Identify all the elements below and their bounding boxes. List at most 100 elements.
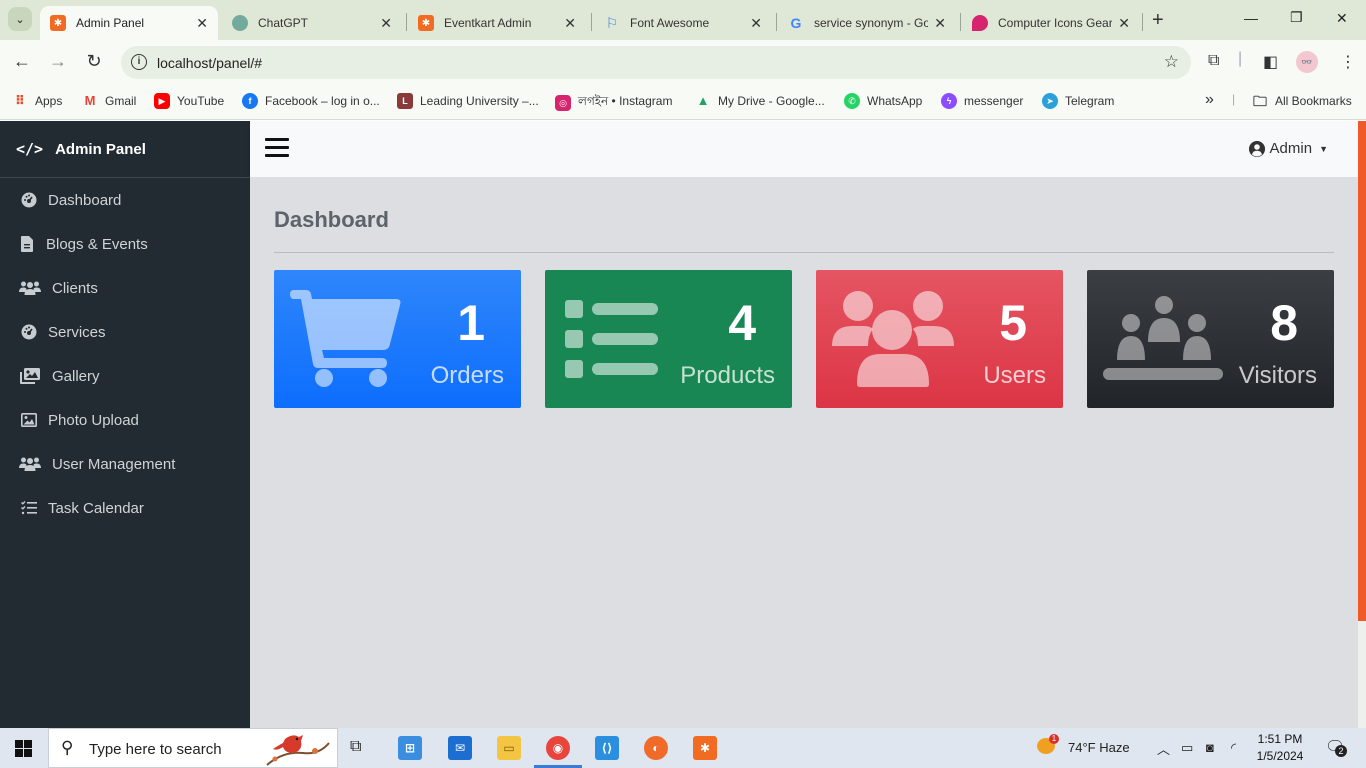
orders-label: Orders (430, 362, 504, 389)
bookmark-star-icon[interactable]: ☆ (1164, 52, 1179, 72)
network-icon[interactable]: ◜ (1231, 740, 1236, 756)
bookmark-youtube[interactable]: ▶ YouTube (154, 93, 224, 109)
bookmark-whatsapp[interactable]: ✆ WhatsApp (844, 93, 922, 109)
url-text[interactable]: localhost/panel/# (157, 55, 262, 71)
chatgpt-icon (232, 15, 248, 31)
system-clock[interactable]: 1:51 PM 1/5/2024 (1250, 731, 1310, 765)
stat-card-orders[interactable]: 1 Orders (274, 270, 521, 408)
back-arrow-icon[interactable]: ← (10, 51, 34, 72)
tachometer-icon (18, 192, 40, 208)
sidebar-item-user-management[interactable]: User Management (0, 442, 250, 486)
task-view-icon[interactable]: ⧉ (350, 738, 361, 756)
tab-google-search[interactable]: G service synonym - Go ✕ (778, 6, 956, 40)
tab-computer-icons[interactable]: Computer Icons Gear ✕ (962, 6, 1140, 40)
mail-icon[interactable]: ✉ (448, 736, 472, 760)
firefox-icon[interactable]: ◐ (644, 736, 668, 760)
stat-card-visitors[interactable]: 8 Visitors (1087, 270, 1334, 408)
extensions-icon[interactable]: ⧉ (1208, 52, 1219, 70)
site-icon (972, 15, 988, 31)
cardinal-bird-icon (266, 735, 330, 766)
bookmark-messenger[interactable]: ϟ messenger (941, 93, 1023, 109)
instagram-icon: ◎ (555, 95, 571, 111)
bookmark-telegram[interactable]: ➤ Telegram (1042, 93, 1114, 109)
bookmark-leading-university[interactable]: L Leading University –... (397, 93, 539, 109)
close-icon[interactable]: ✕ (1118, 15, 1130, 32)
search-icon: ⚲ (61, 738, 74, 757)
bookmark-google-drive[interactable]: ▲ My Drive - Google... (695, 93, 825, 109)
reload-icon[interactable]: ↻ (82, 51, 106, 72)
profile-avatar[interactable]: 👓 (1296, 51, 1318, 73)
chrome-icon[interactable]: ◉ (546, 736, 570, 760)
clock-time: 1:51 PM (1257, 732, 1303, 746)
close-icon[interactable]: ✕ (934, 15, 946, 32)
bookmark-apps[interactable]: ⠿ Apps (12, 93, 62, 109)
sidebar-item-dashboard[interactable]: Dashboard (0, 178, 250, 222)
tab-admin-panel[interactable]: ✱ Admin Panel ✕ (40, 6, 218, 40)
code-icon: </> (16, 140, 44, 158)
brand[interactable]: </> Admin Panel (0, 121, 250, 178)
forward-arrow-icon[interactable]: → (46, 51, 70, 72)
tab-font-awesome[interactable]: ⚐ Font Awesome ✕ (594, 6, 772, 40)
tab-separator (591, 13, 592, 31)
sidebar-item-task-calendar[interactable]: Task Calendar (0, 486, 250, 530)
file-icon (18, 236, 36, 252)
kebab-menu-icon[interactable]: ⋮ (1340, 52, 1356, 72)
messenger-icon: ϟ (941, 93, 957, 109)
bookmark-facebook[interactable]: f Facebook – log in o... (242, 93, 380, 109)
close-icon[interactable]: ✕ (380, 15, 392, 32)
tachometer-icon (18, 324, 40, 340)
sidebar-item-photo-upload[interactable]: Photo Upload (0, 398, 250, 442)
flag-icon: ⚐ (605, 14, 619, 31)
close-icon[interactable]: ✕ (564, 15, 576, 32)
taskbar-search-placeholder: Type here to search (89, 741, 222, 758)
sidebar-item-services[interactable]: Services (0, 310, 250, 354)
tab-chatgpt[interactable]: ChatGPT ✕ (222, 6, 402, 40)
hamburger-menu-icon[interactable] (265, 138, 289, 158)
stat-card-products[interactable]: 4 Products (545, 270, 792, 408)
tab-separator (960, 13, 961, 31)
top-navbar: Admin ▼ (250, 121, 1358, 177)
weather-widget[interactable]: 1 (1037, 733, 1059, 754)
browser-toolbar: ← → ↻ i localhost/panel/# ☆ ⧉ | ◧ 👓 ⋮ (0, 40, 1366, 86)
window-close-icon[interactable]: ✕ (1336, 10, 1348, 27)
notifications-icon[interactable]: 🗨2 (1325, 737, 1347, 757)
cart-icon (290, 290, 402, 393)
folder-icon: 🗀 (1253, 93, 1267, 109)
bookmarks-overflow-button[interactable]: » (1205, 91, 1214, 109)
page-title: Dashboard (274, 207, 389, 232)
site-info-icon[interactable]: i (131, 54, 147, 70)
scrollbar-thumb[interactable] (1358, 121, 1366, 621)
tab-search-button[interactable]: ⌄ (8, 7, 32, 31)
stat-card-users[interactable]: 5 Users (816, 270, 1063, 408)
xampp-icon[interactable]: ✱ (693, 736, 717, 760)
users-label: Users (983, 362, 1046, 389)
tab-eventkart-admin[interactable]: ✱ Eventkart Admin ✕ (408, 6, 586, 40)
vscode-icon[interactable]: ⟨⟩ (595, 736, 619, 760)
tab-separator (776, 13, 777, 31)
os-taskbar: ⚲ Type here to search ⧉ ⊞ ✉ ▭ ◉ ⟨⟩ ◐ ✱ 1… (0, 728, 1366, 768)
restore-icon[interactable]: ❐ (1290, 9, 1303, 26)
webcam-icon[interactable]: ◙ (1206, 740, 1214, 755)
bookmark-instagram[interactable]: ◎ লগইন • Instagram (555, 93, 672, 113)
all-bookmarks-button[interactable]: 🗀 All Bookmarks (1252, 93, 1352, 109)
close-icon[interactable]: ✕ (196, 15, 208, 32)
new-tab-button[interactable]: + (1152, 9, 1164, 32)
minimize-icon[interactable]: — (1244, 10, 1258, 26)
sidebar-item-clients[interactable]: Clients (0, 266, 250, 310)
admin-user-dropdown[interactable]: Admin ▼ (1248, 140, 1328, 157)
chevron-up-icon[interactable]: ︿ (1157, 739, 1170, 758)
microsoft-store-icon[interactable]: ⊞ (398, 736, 422, 760)
side-panel-icon[interactable]: ◧ (1263, 52, 1278, 72)
sidebar-item-gallery[interactable]: Gallery (0, 354, 250, 398)
bookmark-gmail[interactable]: M Gmail (82, 93, 137, 109)
close-icon[interactable]: ✕ (750, 15, 762, 32)
file-explorer-icon[interactable]: ▭ (497, 736, 521, 760)
address-bar[interactable]: i localhost/panel/# ☆ (121, 46, 1191, 79)
page-scrollbar[interactable] (1358, 121, 1366, 728)
weather-sun-icon: 1 (1037, 733, 1059, 754)
sidebar-item-blogs-events[interactable]: Blogs & Events (0, 222, 250, 266)
windows-start-icon[interactable] (15, 740, 32, 757)
taskbar-search-box[interactable]: ⚲ Type here to search (48, 728, 338, 768)
orders-count: 1 (457, 295, 485, 351)
battery-icon[interactable]: ▭ (1181, 740, 1193, 756)
